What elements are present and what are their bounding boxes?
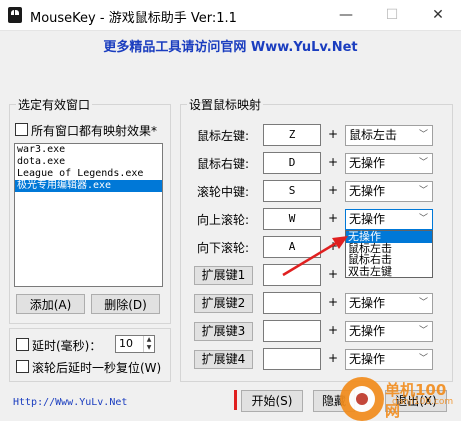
start-button[interactable]: 开始(S) [241,390,303,412]
watermark-subtext: danji100.com [392,397,454,407]
website-link[interactable]: Http://Www.YuLv.Net [13,397,127,408]
watermark-logo-icon [340,377,384,421]
red-marker [234,390,237,410]
annotation-arrow-icon [282,236,348,277]
